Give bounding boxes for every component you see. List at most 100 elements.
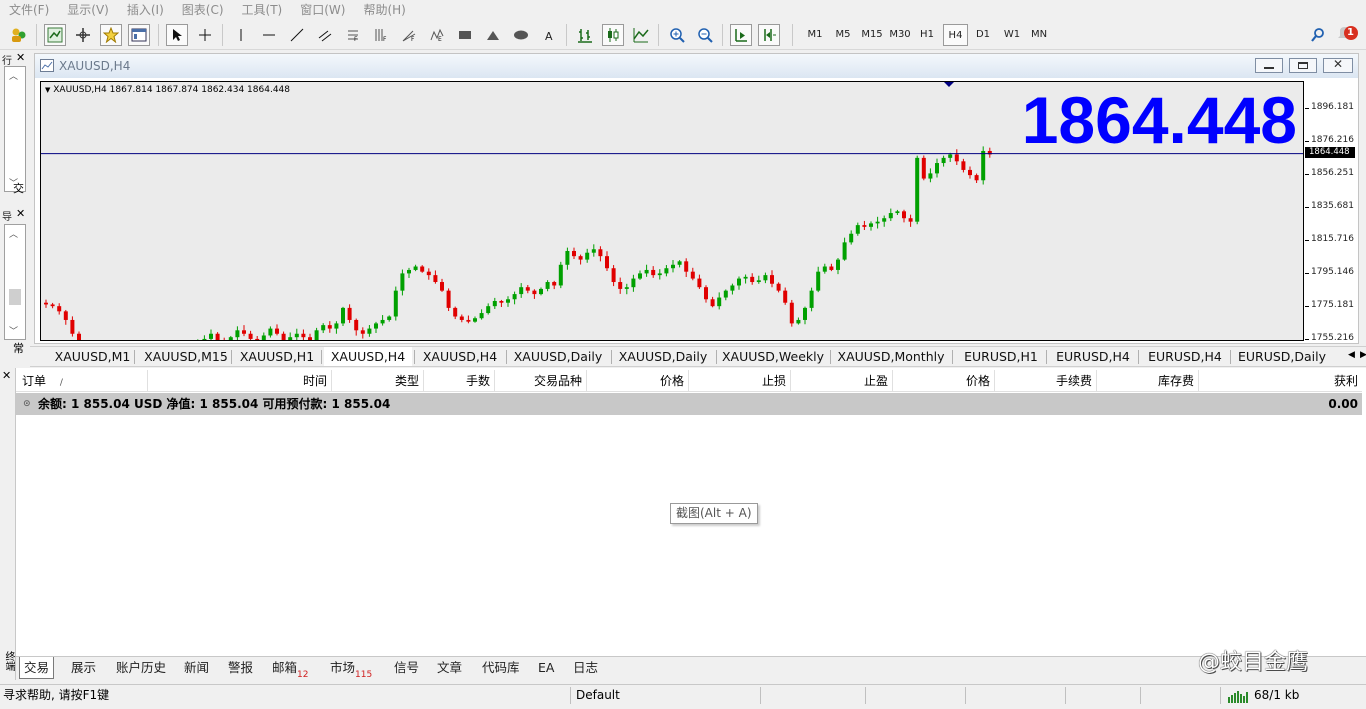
- chart-window[interactable]: XAUUSD,H4 ✕ ▼ XAUUSD,H4 1867.814 1867.87…: [34, 53, 1359, 344]
- menu-charts[interactable]: 图表(C): [173, 0, 233, 20]
- bar-chart-icon[interactable]: [574, 24, 596, 46]
- timeframe-w1[interactable]: W1: [1001, 24, 1023, 46]
- scrollbar-thumb[interactable]: [9, 289, 21, 305]
- fibo-arcs-icon[interactable]: F: [398, 24, 420, 46]
- timeframe-h4[interactable]: H4: [943, 24, 968, 46]
- column-price[interactable]: 价格: [587, 370, 689, 392]
- chart-tab[interactable]: XAUUSD,H4: [416, 347, 504, 366]
- chart-tab[interactable]: EURUSD,H1: [956, 347, 1046, 366]
- crosshair-icon[interactable]: [194, 24, 216, 46]
- close-button[interactable]: ✕: [1323, 58, 1353, 73]
- tab-exposure[interactable]: 展示: [71, 657, 96, 679]
- rectangle-icon[interactable]: [454, 24, 476, 46]
- chart-tab[interactable]: XAUUSD,M15: [136, 347, 236, 366]
- chart-tab[interactable]: EURUSD,Daily: [1232, 347, 1332, 366]
- chart-tab[interactable]: XAUUSD,M1: [46, 347, 139, 366]
- tab-mailbox[interactable]: 邮箱12: [272, 657, 308, 679]
- navigator-icon[interactable]: [72, 24, 94, 46]
- trendline-icon[interactable]: [286, 24, 308, 46]
- candlestick-chart-icon[interactable]: [602, 24, 624, 46]
- triangle-icon[interactable]: [482, 24, 504, 46]
- menu-insert[interactable]: 插入(I): [118, 0, 173, 20]
- vertical-line-icon[interactable]: [230, 24, 252, 46]
- column-sl[interactable]: 止损: [689, 370, 791, 392]
- timeframe-m1[interactable]: M1: [804, 24, 826, 46]
- chart-tab[interactable]: EURUSD,H4: [1140, 347, 1230, 366]
- fibo-fan-icon[interactable]: F: [370, 24, 392, 46]
- menu-help[interactable]: 帮助(H): [354, 0, 414, 20]
- chart-tab[interactable]: EURUSD,H4: [1048, 347, 1138, 366]
- favorites-icon[interactable]: [100, 24, 122, 46]
- elliott-wave-icon[interactable]: E: [426, 24, 448, 46]
- notifications-icon[interactable]: 1: [1334, 24, 1362, 46]
- minimize-button[interactable]: [1255, 58, 1283, 73]
- column-commission[interactable]: 手续费: [995, 370, 1097, 392]
- zoom-in-icon[interactable]: [666, 24, 688, 46]
- market-watch-panel-collapsed[interactable]: ︿ ﹀: [4, 66, 26, 192]
- close-icon[interactable]: ✕: [16, 51, 25, 64]
- status-profile[interactable]: Default: [576, 685, 620, 705]
- tab-trade[interactable]: 交易: [19, 657, 54, 679]
- chart-title-bar[interactable]: XAUUSD,H4 ✕: [35, 54, 1358, 78]
- timeframe-m30[interactable]: M30: [886, 24, 914, 46]
- dropdown-triangle-icon[interactable]: ▼: [45, 86, 50, 94]
- menu-view[interactable]: 显示(V): [58, 0, 118, 20]
- column-order[interactable]: 订单 /: [16, 370, 148, 392]
- zoom-out-icon[interactable]: [694, 24, 716, 46]
- tab-market[interactable]: 市场115: [330, 657, 372, 679]
- chart-tab[interactable]: XAUUSD,H1: [233, 347, 321, 366]
- column-volume[interactable]: 手数: [424, 370, 495, 392]
- timeframe-d1[interactable]: D1: [972, 24, 994, 46]
- column-symbol[interactable]: 交易品种: [495, 370, 587, 392]
- equidistant-channel-icon[interactable]: [314, 24, 336, 46]
- tab-news[interactable]: 新闻: [184, 657, 209, 679]
- chart-tab[interactable]: XAUUSD,Daily: [508, 347, 608, 366]
- connection-status-icon[interactable]: [1228, 689, 1250, 701]
- menu-tools[interactable]: 工具(T): [233, 0, 292, 20]
- tab-experts[interactable]: EA: [538, 657, 554, 679]
- user-accounts-icon[interactable]: [8, 24, 30, 46]
- chart-shift-marker-icon[interactable]: [944, 82, 954, 88]
- tab-account-history[interactable]: 账户历史: [116, 657, 166, 679]
- scroll-down-icon[interactable]: ﹀: [9, 324, 18, 337]
- timeframe-m5[interactable]: M5: [832, 24, 854, 46]
- tab-trade-short[interactable]: 交: [13, 180, 24, 196]
- navigator-panel-collapsed[interactable]: ︿ ﹀: [4, 224, 26, 340]
- tab-articles[interactable]: 文章: [437, 657, 462, 679]
- close-icon[interactable]: ✕: [2, 369, 11, 382]
- tab-scroll-left-icon[interactable]: ◀: [1348, 350, 1355, 360]
- tab-code-base[interactable]: 代码库: [482, 657, 520, 679]
- chart-tab[interactable]: XAUUSD,Monthly: [833, 347, 949, 366]
- search-icon[interactable]: [1307, 24, 1329, 46]
- column-swap[interactable]: 库存费: [1097, 370, 1199, 392]
- balance-row[interactable]: ⊙ 余额: 1 855.04 USD 净值: 1 855.04 可用预付款: 1…: [16, 393, 1362, 415]
- scroll-up-icon[interactable]: ︿: [9, 227, 18, 240]
- column-current-price[interactable]: 价格: [893, 370, 995, 392]
- timeframe-h1[interactable]: H1: [916, 24, 938, 46]
- chart-shift-icon[interactable]: [758, 24, 780, 46]
- cursor-icon[interactable]: [166, 24, 188, 46]
- market-watch-icon[interactable]: [44, 24, 66, 46]
- ellipse-icon[interactable]: [510, 24, 532, 46]
- chart-tab[interactable]: XAUUSD,Weekly: [718, 347, 828, 366]
- column-profit[interactable]: 获利: [1199, 370, 1362, 392]
- menu-window[interactable]: 窗口(W): [291, 0, 354, 20]
- timeframe-m15[interactable]: M15: [858, 24, 886, 46]
- horizontal-line-icon[interactable]: [258, 24, 280, 46]
- close-icon[interactable]: ✕: [16, 207, 25, 220]
- timeframe-mn[interactable]: MN: [1028, 24, 1050, 46]
- line-chart-icon[interactable]: [630, 24, 652, 46]
- terminal-window-icon[interactable]: [128, 24, 150, 46]
- column-time[interactable]: 时间: [148, 370, 332, 392]
- chart-tab-active[interactable]: XAUUSD,H4: [324, 347, 412, 366]
- column-type[interactable]: 类型: [332, 370, 424, 392]
- chart-tab[interactable]: XAUUSD,Daily: [613, 347, 713, 366]
- chart-plot-area[interactable]: ▼ XAUUSD,H4 1867.814 1867.874 1862.434 1…: [40, 81, 1304, 341]
- menu-file[interactable]: 文件(F): [0, 0, 58, 20]
- fibonacci-icon[interactable]: F: [342, 24, 364, 46]
- tab-alerts[interactable]: 警报: [228, 657, 253, 679]
- column-tp[interactable]: 止盈: [791, 370, 893, 392]
- tab-journal[interactable]: 日志: [573, 657, 598, 679]
- tab-signals[interactable]: 信号: [394, 657, 419, 679]
- text-label-icon[interactable]: A: [538, 24, 560, 46]
